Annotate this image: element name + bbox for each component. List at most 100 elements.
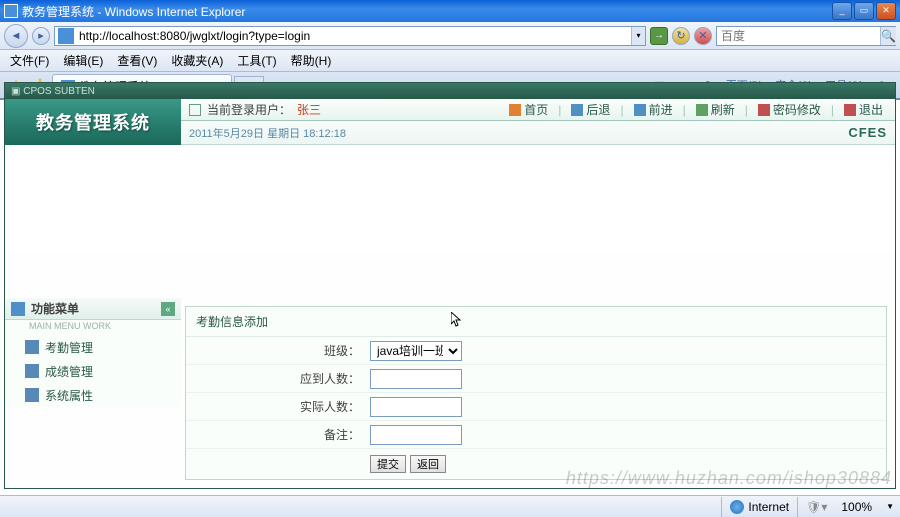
address-bar[interactable]: ▾ [54,26,646,46]
security-zone[interactable]: Internet [721,497,798,517]
menu-help[interactable]: 帮助(H) [285,50,338,71]
expected-input[interactable] [370,369,462,389]
nav-forward[interactable]: 前进 [630,101,677,118]
sidebar-item-label: 考勤管理 [45,339,93,356]
timestamp: 2011年5月29日 星期日 18:12:18 [189,125,346,141]
form-row-expected: 应到人数： [186,365,886,393]
actual-input[interactable] [370,397,462,417]
form-panel: 考勤信息添加 班级： java培训一班1 应到人数： 实际人数： [185,306,887,480]
app-body: 功能菜单 « MAIN MENU WORK 考勤管理 成绩管理 系统属性 [5,252,895,488]
globe-icon [730,500,744,514]
forward-button[interactable]: ▸ [32,27,50,45]
menu-tools[interactable]: 工具(T) [231,50,282,71]
nav-forward-label: 前进 [649,101,673,118]
url-input[interactable] [77,27,631,45]
nav-back-label: 后退 [586,101,610,118]
password-icon [758,104,770,116]
menu-view[interactable]: 查看(V) [111,50,163,71]
separator: | [558,103,561,117]
nav-password-label: 密码修改 [773,101,821,118]
user-checkbox-icon [189,104,201,116]
nav-exit[interactable]: 退出 [840,101,887,118]
go-button[interactable]: → [650,27,668,45]
close-button[interactable]: ✕ [876,2,896,20]
remark-label: 备注： [186,426,366,443]
search-icon[interactable]: 🔍 [880,27,896,45]
collapse-icon[interactable]: « [161,302,175,316]
sidebar-title: 功能菜单 [31,300,155,317]
sidebar-header[interactable]: 功能菜单 « [5,298,181,320]
window-titlebar: 教务管理系统 - Windows Internet Explorer _ ▭ ✕ [0,0,900,22]
panel-title: 考勤信息添加 [186,307,886,337]
exit-icon [844,104,856,116]
submit-button[interactable]: 提交 [370,455,406,473]
app-icon [4,4,18,18]
minimize-button[interactable]: _ [832,2,852,20]
home-icon [509,104,521,116]
form-row-class: 班级： java培训一班1 [186,337,886,365]
back-button[interactable]: ◄ [4,24,28,48]
watermark: https://www.huzhan.com/ishop30884 [566,468,892,489]
menu-icon [11,302,25,316]
app-info-bar: 2011年5月29日 星期日 18:12:18 CFES [181,121,895,145]
remark-input[interactable] [370,425,462,445]
browser-navbar: ◄ ▸ ▾ → ↻ ✕ 🔍 [0,22,900,50]
nav-refresh-label: 刷新 [711,101,735,118]
separator: | [745,103,748,117]
nav-home[interactable]: 首页 [505,101,552,118]
sidebar-item-grades[interactable]: 成绩管理 [5,359,181,383]
protected-mode-icon: 🛡▾ [806,500,827,514]
nav-exit-label: 退出 [859,101,883,118]
sidebar-item-attendance[interactable]: 考勤管理 [5,335,181,359]
menu-file[interactable]: 文件(F) [4,50,55,71]
actual-label: 实际人数： [186,398,366,415]
class-label: 班级： [186,342,366,359]
zoom-dropdown-icon[interactable]: ▼ [886,502,894,511]
window-buttons: _ ▭ ✕ [832,2,896,20]
menu-edit[interactable]: 编辑(E) [57,50,109,71]
forward-icon [634,104,646,116]
back-icon [571,104,583,116]
form-row-actual: 实际人数： [186,393,886,421]
return-button[interactable]: 返回 [410,455,446,473]
menu-favorites[interactable]: 收藏夹(A) [165,50,229,71]
search-input[interactable] [717,27,880,45]
refresh-button[interactable]: ↻ [672,27,690,45]
sidebar-subtitle: MAIN MENU WORK [5,320,181,335]
nav-back[interactable]: 后退 [567,101,614,118]
sidebar-item-system[interactable]: 系统属性 [5,383,181,407]
class-select[interactable]: java培训一班1 [370,341,462,361]
sidebar-item-label: 系统属性 [45,387,93,404]
browser-statusbar: Internet 🛡▾ 100% ▼ [0,495,900,517]
app-frame: ▣ CPOS SUBTEN 教务管理系统 当前登录用户： 张三 首页 | 后退 … [4,82,896,489]
expected-label: 应到人数： [186,370,366,387]
sidebar-item-label: 成绩管理 [45,363,93,380]
form-row-remark: 备注： [186,421,886,449]
nav-password[interactable]: 密码修改 [754,101,825,118]
nav-refresh[interactable]: 刷新 [692,101,739,118]
zoom-level[interactable]: 100% [835,500,878,514]
current-user-label: 当前登录用户： [207,101,291,118]
separator: | [831,103,834,117]
sidebar-column: 功能菜单 « MAIN MENU WORK 考勤管理 成绩管理 系统属性 [5,252,181,488]
list-icon [25,388,39,402]
sidebar: 功能菜单 « MAIN MENU WORK 考勤管理 成绩管理 系统属性 [5,298,181,407]
main-content: 考勤信息添加 班级： java培训一班1 应到人数： 实际人数： [181,298,895,488]
nav-home-label: 首页 [524,101,548,118]
app-logo: 教务管理系统 [5,99,181,145]
app-header: 当前登录用户： 张三 首页 | 后退 | 前进 | 刷新 | 密码修改 | 退出 [181,99,895,121]
browser-menubar: 文件(F) 编辑(E) 查看(V) 收藏夹(A) 工具(T) 帮助(H) [0,50,900,72]
list-icon [25,364,39,378]
current-user: 张三 [297,101,321,118]
separator: | [620,103,623,117]
refresh-icon [696,104,708,116]
search-box[interactable]: 🔍 [716,26,896,46]
maximize-button[interactable]: ▭ [854,2,874,20]
url-dropdown-icon[interactable]: ▾ [631,27,645,45]
list-icon [25,340,39,354]
separator: | [683,103,686,117]
app-frame-title: ▣ CPOS SUBTEN [5,83,895,99]
window-title: 教务管理系统 - Windows Internet Explorer [22,3,245,20]
stop-button[interactable]: ✕ [694,27,712,45]
page-icon [58,28,74,44]
